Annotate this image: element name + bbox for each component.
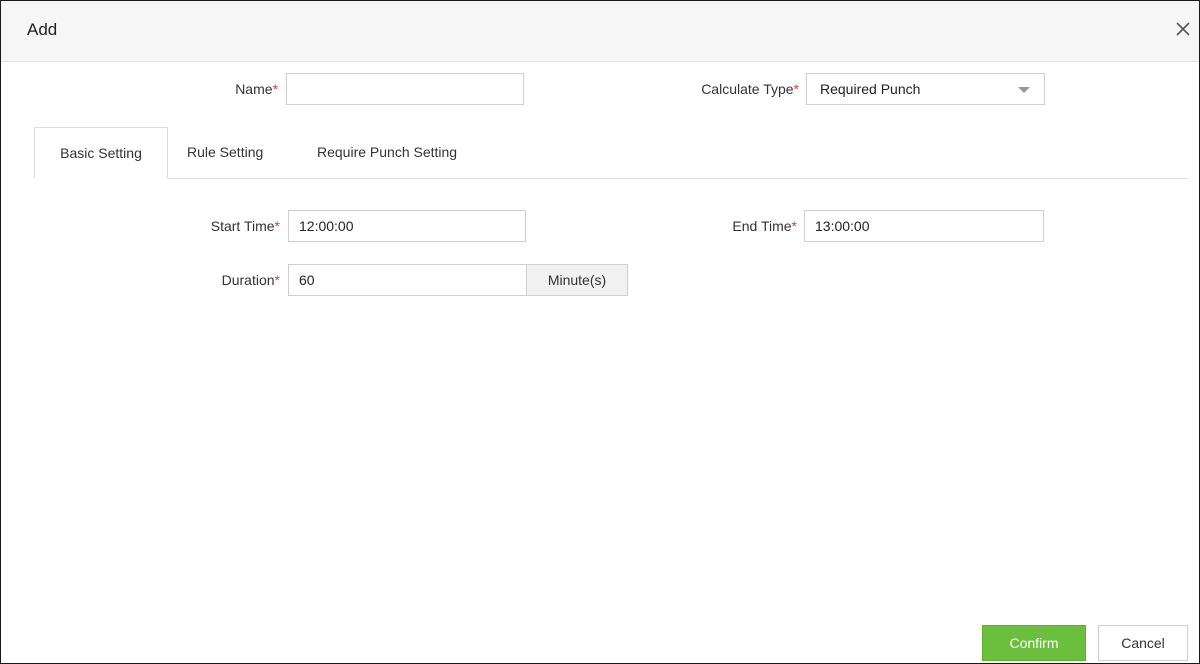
required-mark: *	[274, 218, 280, 234]
duration-unit-addon: Minute(s)	[526, 264, 628, 296]
name-input[interactable]	[286, 73, 524, 105]
cancel-button[interactable]: Cancel	[1098, 625, 1188, 661]
calculate-type-select[interactable]: Required Punch	[806, 73, 1045, 105]
required-mark: *	[793, 81, 799, 97]
name-label: Name*	[235, 81, 278, 97]
calculate-type-value: Required Punch	[820, 81, 921, 97]
dialog-titlebar: Add	[1, 1, 1199, 62]
tab-rule-setting[interactable]: Rule Setting	[187, 127, 263, 178]
close-icon[interactable]	[1171, 17, 1195, 41]
duration-input[interactable]	[288, 264, 527, 296]
required-mark: *	[272, 81, 278, 97]
chevron-down-icon	[1018, 87, 1030, 93]
end-time-input[interactable]	[804, 210, 1044, 242]
start-time-input[interactable]	[288, 210, 526, 242]
duration-label: Duration*	[221, 272, 280, 288]
tab-basic-setting[interactable]: Basic Setting	[34, 127, 168, 179]
required-mark: *	[791, 218, 797, 234]
dialog-title: Add	[27, 20, 58, 39]
confirm-button[interactable]: Confirm	[982, 625, 1086, 661]
end-time-label: End Time*	[732, 218, 797, 234]
calculate-type-label: Calculate Type*	[701, 81, 799, 97]
add-dialog: Add Name* Calculate Type* Required Punch…	[0, 0, 1200, 664]
tab-bar: Basic Setting Rule Setting Require Punch…	[34, 127, 1188, 179]
tab-require-punch-setting[interactable]: Require Punch Setting	[317, 127, 457, 178]
start-time-label: Start Time*	[210, 218, 280, 234]
required-mark: *	[274, 272, 280, 288]
